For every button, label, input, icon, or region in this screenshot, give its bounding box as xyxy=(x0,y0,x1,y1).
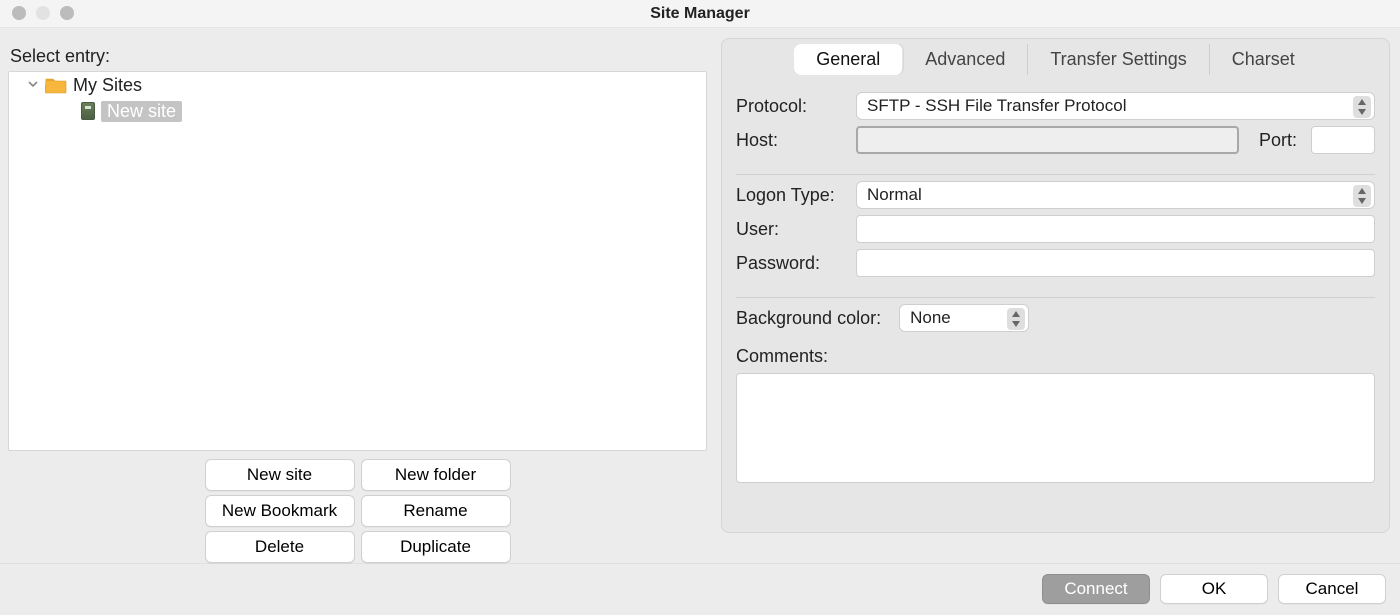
protocol-label: Protocol: xyxy=(736,96,846,117)
tree-item-label: New site xyxy=(101,101,182,122)
folder-icon xyxy=(45,76,67,94)
site-action-buttons: New site New folder New Bookmark Rename … xyxy=(205,459,511,563)
logon-type-select[interactable]: Normal xyxy=(856,181,1375,209)
left-column: Select entry: My Sites New site xyxy=(0,28,715,563)
server-icon xyxy=(81,102,95,120)
port-input[interactable] xyxy=(1311,126,1375,154)
settings-panel: General Advanced Transfer Settings Chars… xyxy=(721,38,1390,533)
host-input[interactable] xyxy=(856,126,1239,154)
protocol-select-value: SFTP - SSH File Transfer Protocol xyxy=(867,96,1126,116)
updown-icon xyxy=(1007,308,1025,330)
tree-item-row[interactable]: New site xyxy=(9,98,706,124)
updown-icon xyxy=(1353,96,1371,118)
general-form: Protocol: SFTP - SSH File Transfer Proto… xyxy=(722,78,1389,488)
connect-button[interactable]: Connect xyxy=(1042,574,1150,604)
tab-general[interactable]: General xyxy=(794,44,903,75)
bottom-bar: Connect OK Cancel xyxy=(0,564,1400,614)
user-input[interactable] xyxy=(856,215,1375,243)
tree-root-label: My Sites xyxy=(73,75,142,96)
bgcolor-select[interactable]: None xyxy=(899,304,1029,332)
new-site-button[interactable]: New site xyxy=(205,459,355,491)
select-entry-label: Select entry: xyxy=(8,38,707,71)
comments-label: Comments: xyxy=(736,338,1375,367)
user-label: User: xyxy=(736,219,846,240)
password-input[interactable] xyxy=(856,249,1375,277)
right-column: General Advanced Transfer Settings Chars… xyxy=(715,28,1400,563)
site-tree[interactable]: My Sites New site xyxy=(8,71,707,451)
tab-charset[interactable]: Charset xyxy=(1210,44,1317,75)
rename-button[interactable]: Rename xyxy=(361,495,511,527)
duplicate-button[interactable]: Duplicate xyxy=(361,531,511,563)
tab-advanced[interactable]: Advanced xyxy=(903,44,1028,75)
divider xyxy=(736,174,1375,175)
logon-type-label: Logon Type: xyxy=(736,185,846,206)
tree-root-row[interactable]: My Sites xyxy=(9,72,706,98)
window-title: Site Manager xyxy=(0,0,1400,28)
cancel-button[interactable]: Cancel xyxy=(1278,574,1386,604)
chevron-down-icon[interactable] xyxy=(27,78,39,92)
tab-bar: General Advanced Transfer Settings Chars… xyxy=(722,39,1389,78)
port-label: Port: xyxy=(1249,130,1301,151)
new-bookmark-button[interactable]: New Bookmark xyxy=(205,495,355,527)
bgcolor-value: None xyxy=(910,308,951,328)
ok-button[interactable]: OK xyxy=(1160,574,1268,604)
password-label: Password: xyxy=(736,253,846,274)
comments-textarea[interactable] xyxy=(736,373,1375,483)
tab-transfer-settings[interactable]: Transfer Settings xyxy=(1028,44,1209,75)
new-folder-button[interactable]: New folder xyxy=(361,459,511,491)
delete-button[interactable]: Delete xyxy=(205,531,355,563)
protocol-select[interactable]: SFTP - SSH File Transfer Protocol xyxy=(856,92,1375,120)
divider xyxy=(736,297,1375,298)
logon-type-value: Normal xyxy=(867,185,922,205)
titlebar: Site Manager xyxy=(0,0,1400,28)
updown-icon xyxy=(1353,185,1371,207)
bgcolor-label: Background color: xyxy=(736,308,889,329)
content: Select entry: My Sites New site xyxy=(0,28,1400,563)
host-label: Host: xyxy=(736,130,846,151)
